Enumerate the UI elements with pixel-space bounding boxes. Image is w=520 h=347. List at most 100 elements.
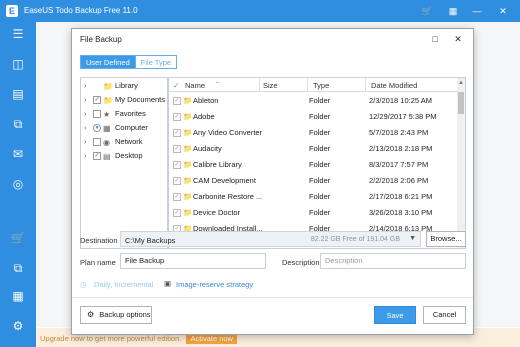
col-header-date[interactable]: Date Modified (371, 81, 417, 90)
mail-backup-icon[interactable]: ✉ (10, 146, 26, 162)
checkbox[interactable] (93, 138, 101, 146)
row-checkbox[interactable]: ✓ (173, 177, 181, 185)
description-label: Description (282, 258, 320, 267)
expand-arrow-icon[interactable]: › (84, 122, 87, 134)
table-row[interactable]: ✓ 📁 CAM Development Folder 2/2/2018 2:06… (169, 173, 457, 189)
col-header-size[interactable]: Size (263, 81, 278, 90)
tree-item-network[interactable]: › ◉ Network (81, 136, 167, 148)
table-row[interactable]: ✓ 📁 Adobe Folder 12/29/2017 5:38 PM (169, 109, 457, 125)
clone-icon[interactable]: ⧉ (10, 260, 26, 276)
folder-tree: › 📁 Library › ✓ 📁 My Documents › ★ Favor… (80, 77, 168, 249)
folder-icon: 📁 (183, 160, 193, 169)
col-header-name[interactable]: Name (185, 81, 205, 90)
expand-arrow-icon[interactable]: › (84, 94, 87, 106)
free-space-text: 82.22 GB Free of 191.04 GB (310, 236, 400, 243)
scroll-thumb[interactable] (458, 92, 464, 114)
row-checkbox[interactable]: ✓ (173, 161, 181, 169)
row-checkbox[interactable]: ✓ (173, 209, 181, 217)
checkbox[interactable]: ✓ (93, 96, 101, 104)
table-row[interactable]: ✓ 📁 Audacity Folder 2/13/2018 2:18 PM (169, 141, 457, 157)
row-checkbox[interactable]: ✓ (173, 145, 181, 153)
row-checkbox[interactable]: ✓ (173, 97, 181, 105)
tree-item-favorites[interactable]: › ★ Favorites (81, 108, 167, 120)
tree-item-my-documents[interactable]: › ✓ 📁 My Documents (81, 94, 167, 106)
plan-name-input[interactable]: File Backup (120, 253, 266, 269)
tree-item-desktop[interactable]: › ✓ ▤ Desktop (81, 150, 167, 162)
tree-item-library[interactable]: › 📁 Library (81, 80, 167, 92)
computer-icon: ▦ (103, 124, 111, 133)
backup-options-button[interactable]: ⚙ Backup options (80, 306, 152, 324)
checkbox[interactable] (93, 110, 101, 118)
left-sidebar: ☰ ◫ ▤ ⧉ ✉ ◎ 🛒 ⧉ ▦ ⚙ (0, 22, 36, 347)
upgrade-text: Upgrade now to get more powerful edition… (40, 334, 182, 343)
expand-arrow-icon[interactable]: › (84, 108, 87, 120)
folder-icon: 📁 (183, 192, 193, 201)
menu-icon[interactable]: ▦ (446, 4, 460, 18)
expand-arrow-icon[interactable]: › (84, 150, 87, 162)
app-logo-icon: E (6, 5, 18, 17)
col-header-type[interactable]: Type (313, 81, 329, 90)
destination-label: Destination (80, 236, 118, 245)
disk-backup-icon[interactable]: ◫ (10, 56, 26, 72)
row-checkbox[interactable]: ✓ (173, 113, 181, 121)
schedule-link[interactable]: Daily, Incremental (94, 280, 153, 289)
tools-icon[interactable]: 🛒 (10, 230, 26, 246)
smart-backup-icon[interactable]: ◎ (10, 176, 26, 192)
hamburger-menu-icon[interactable]: ☰ (10, 26, 26, 42)
expand-arrow-icon[interactable]: › (84, 136, 87, 148)
image-icon: ▣ (164, 279, 172, 288)
table-header: ✓ Name ⌃ Size Type Date Modified (169, 78, 457, 92)
table-row[interactable]: ✓ 📁 Ableton Folder 2/3/2018 10:25 AM (169, 93, 457, 109)
destination-value: C:\My Backups (125, 236, 176, 245)
gear-icon: ⚙ (87, 310, 95, 319)
app-titlebar: E EaseUS Todo Backup Free 11.0 🛒 ▦ — ✕ (0, 0, 520, 22)
browse-recover-icon[interactable]: ▦ (10, 288, 26, 304)
folder-icon: 📁 (183, 128, 193, 137)
folder-icon: 📁 (103, 82, 113, 91)
table-row[interactable]: ✓ 📁 Device Doctor Folder 3/26/2018 3:10 … (169, 205, 457, 221)
app-title: EaseUS Todo Backup Free 11.0 (24, 6, 138, 15)
schedule-icon[interactable]: ◷ (80, 280, 87, 289)
dialog-close-button[interactable]: ✕ (451, 32, 465, 46)
folder-icon: 📁 (103, 96, 113, 105)
sort-arrow-icon: ⌃ (215, 82, 221, 88)
description-input[interactable]: Description (320, 253, 466, 269)
file-backup-icon[interactable]: ⧉ (10, 116, 26, 132)
settings-icon[interactable]: ⚙ (10, 318, 26, 334)
table-row[interactable]: ✓ 📁 Calibre Library Folder 8/3/2017 7:57… (169, 157, 457, 173)
expand-arrow-icon[interactable]: › (84, 80, 87, 92)
folder-icon: 📁 (183, 144, 193, 153)
tab-file-type[interactable]: File Type (135, 55, 178, 69)
vertical-scrollbar[interactable]: ▲ ▼ (457, 78, 465, 248)
system-backup-icon[interactable]: ▤ (10, 86, 26, 102)
close-button[interactable]: ✕ (496, 4, 510, 18)
divider (72, 297, 473, 298)
checkbox[interactable]: ✓ (93, 152, 101, 160)
tree-item-computer[interactable]: › ● ▦ Computer (81, 122, 167, 134)
row-checkbox[interactable]: ✓ (173, 193, 181, 201)
cancel-button[interactable]: Cancel (423, 306, 466, 324)
destination-select[interactable]: C:\My Backups 82.22 GB Free of 191.04 GB… (120, 231, 421, 247)
file-backup-dialog: File Backup □ ✕ User Defined File Type ›… (71, 28, 474, 335)
backup-options-label: Backup options (99, 310, 151, 319)
tab-user-defined[interactable]: User Defined (80, 55, 136, 69)
dialog-title: File Backup (80, 35, 122, 44)
network-icon: ◉ (103, 138, 110, 147)
table-row[interactable]: ✓ 📁 Carbonite Restore ... Folder 2/17/20… (169, 189, 457, 205)
partial-checkbox[interactable]: ● (93, 124, 101, 132)
cart-icon[interactable]: 🛒 (420, 4, 434, 18)
folder-icon: 📁 (183, 96, 193, 105)
row-checkbox[interactable]: ✓ (173, 129, 181, 137)
table-row[interactable]: ✓ 📁 Any Video Converter Folder 5/7/2018 … (169, 125, 457, 141)
minimize-button[interactable]: — (470, 4, 484, 18)
folder-icon: 📁 (183, 112, 193, 121)
save-button[interactable]: Save (374, 306, 416, 324)
browse-button[interactable]: Browse... (426, 231, 466, 247)
scroll-up-icon[interactable]: ▲ (457, 80, 465, 86)
select-all-checkbox[interactable]: ✓ (173, 81, 179, 90)
maximize-button[interactable]: □ (428, 32, 442, 46)
strategy-link[interactable]: Image-reserve strategy (176, 280, 253, 289)
folder-icon: 📁 (183, 208, 193, 217)
tab-bar: User Defined File Type (80, 55, 178, 69)
chevron-down-icon[interactable]: ▼ (409, 235, 416, 242)
